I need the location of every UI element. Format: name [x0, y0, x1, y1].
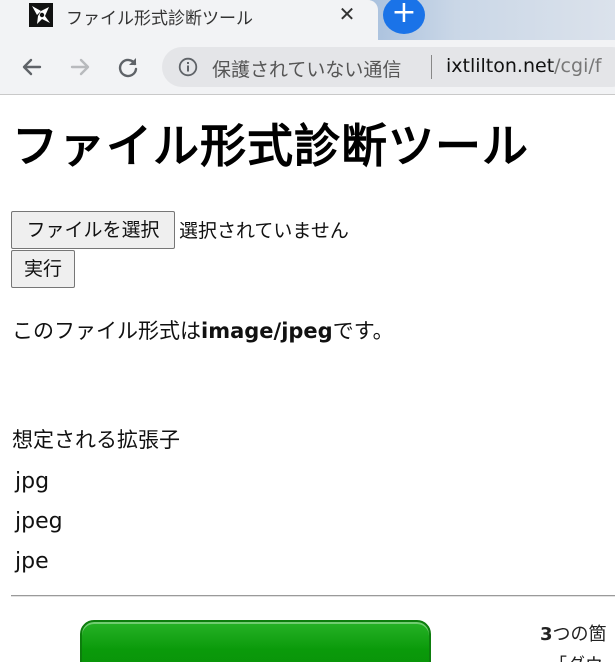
tab-close-icon[interactable]: ✕ [336, 1, 358, 27]
run-button[interactable]: 実行 [11, 250, 75, 288]
reload-icon[interactable] [114, 53, 142, 81]
url-host: ixtlilton.net [446, 55, 555, 77]
url-text[interactable]: ixtlilton.net/cgi/f [446, 55, 601, 77]
extensions-heading: 想定される拡張子 [12, 428, 180, 452]
tab-strip: ファイル形式診断ツール ✕ + [0, 0, 615, 40]
security-status: 保護されていない通信 [212, 59, 402, 81]
back-arrow-icon[interactable] [18, 53, 46, 81]
side-text-number: 3 [540, 624, 553, 645]
result-suffix: です。 [332, 319, 394, 343]
new-tab-button[interactable]: + [383, 0, 425, 34]
choose-file-button[interactable]: ファイルを選択 [11, 211, 175, 249]
side-text-bullet: ・「ダウ [540, 651, 603, 662]
extension-item: jpg [15, 469, 50, 494]
page-title: ファイル形式診断ツール [12, 119, 529, 173]
address-bar[interactable]: 保護されていない通信 ixtlilton.net/cgi/f [162, 47, 615, 87]
result-prefix: このファイル形式は [12, 319, 201, 343]
side-text: 3つの箇 [540, 620, 607, 646]
result-text: このファイル形式はimage/jpegです。 [12, 315, 394, 345]
info-icon[interactable] [178, 57, 198, 77]
url-path: /cgi/f [554, 55, 602, 77]
forward-arrow-icon[interactable] [66, 53, 94, 81]
page-content: ファイル形式診断ツール ファイルを選択 選択されていません 実行 このファイル形… [0, 95, 615, 662]
side-text-rest: つの箇 [552, 624, 607, 645]
green-banner-button[interactable] [80, 620, 431, 662]
browser-toolbar: 保護されていない通信 ixtlilton.net/cgi/f [0, 40, 615, 95]
address-separator [431, 55, 432, 79]
site-favicon-icon [29, 3, 53, 27]
horizontal-rule [11, 595, 615, 597]
extension-item: jpe [15, 549, 49, 574]
file-status-text: 選択されていません [179, 220, 349, 242]
mime-type: image/jpeg [201, 319, 333, 343]
tab-title: ファイル形式診断ツール [66, 9, 253, 29]
browser-tab[interactable]: ファイル形式診断ツール ✕ [0, 0, 378, 40]
extension-item: jpeg [15, 509, 63, 534]
extensions-list: jpg jpeg jpe [15, 462, 63, 582]
